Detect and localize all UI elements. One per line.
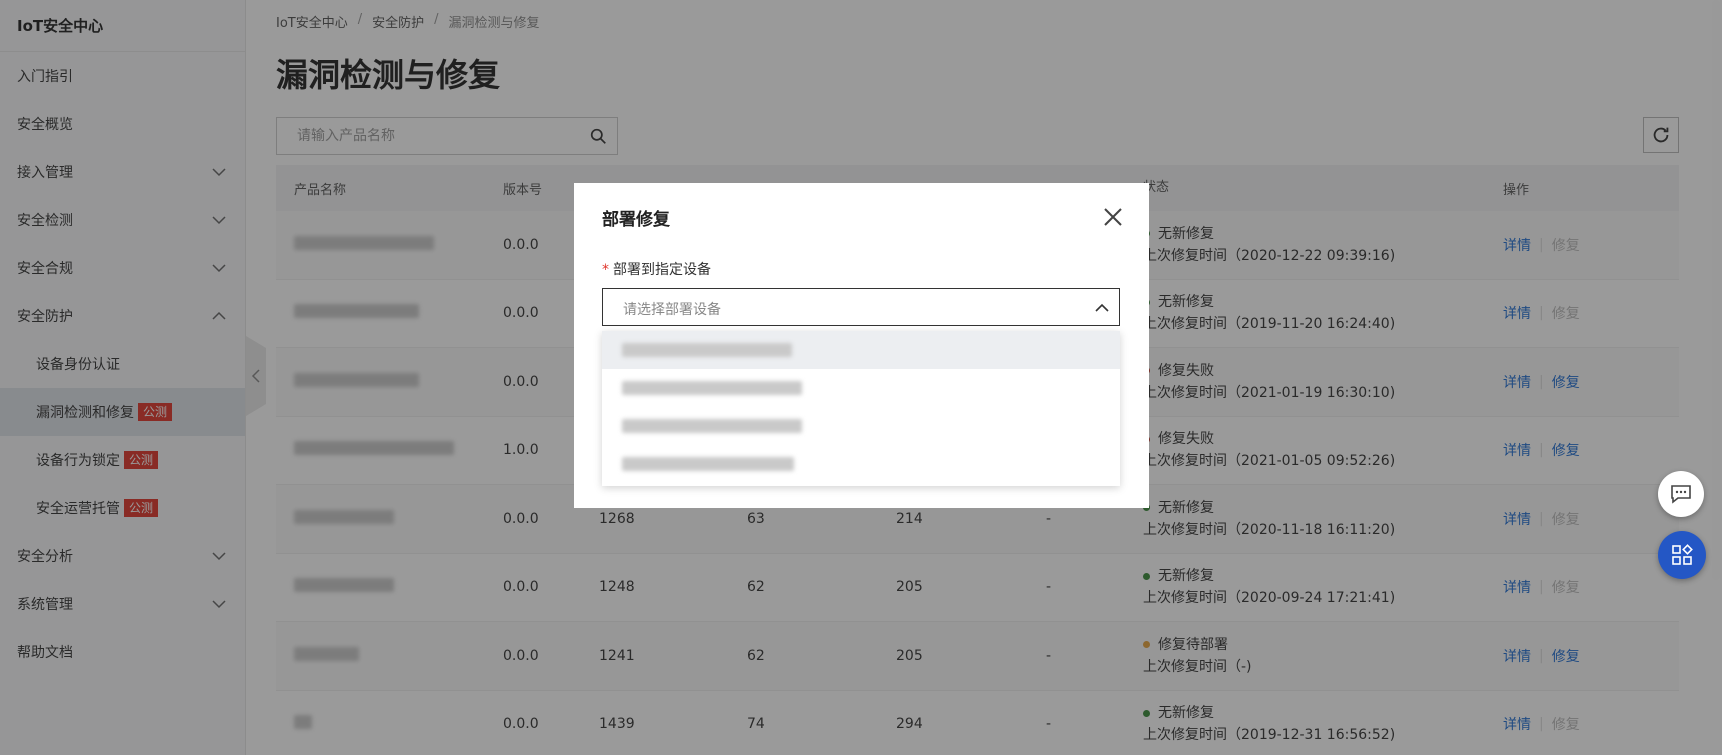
apps-icon [1672, 544, 1693, 565]
feedback-button[interactable] [1658, 471, 1704, 517]
required-marker: * [602, 262, 609, 278]
device-field-text: 部署到指定设备 [613, 262, 711, 278]
modal-title: 部署修复 [602, 210, 670, 230]
close-icon[interactable] [1103, 207, 1123, 227]
chat-icon [1671, 485, 1691, 504]
device-option[interactable] [602, 369, 1120, 407]
device-field-label: * 部署到指定设备 [602, 259, 711, 279]
device-option[interactable] [602, 407, 1120, 445]
device-dropdown [602, 331, 1120, 486]
device-option[interactable] [602, 331, 1120, 369]
chevron-up-icon [1095, 303, 1109, 312]
device-option[interactable] [602, 445, 1120, 483]
deploy-fix-modal: 部署修复 * 部署到指定设备 请选择部署设备 [574, 183, 1149, 508]
scrollbar[interactable] [1712, 0, 1720, 580]
device-select[interactable]: 请选择部署设备 [602, 288, 1120, 326]
apps-button[interactable] [1658, 531, 1706, 579]
device-select-placeholder: 请选择部署设备 [623, 302, 721, 318]
